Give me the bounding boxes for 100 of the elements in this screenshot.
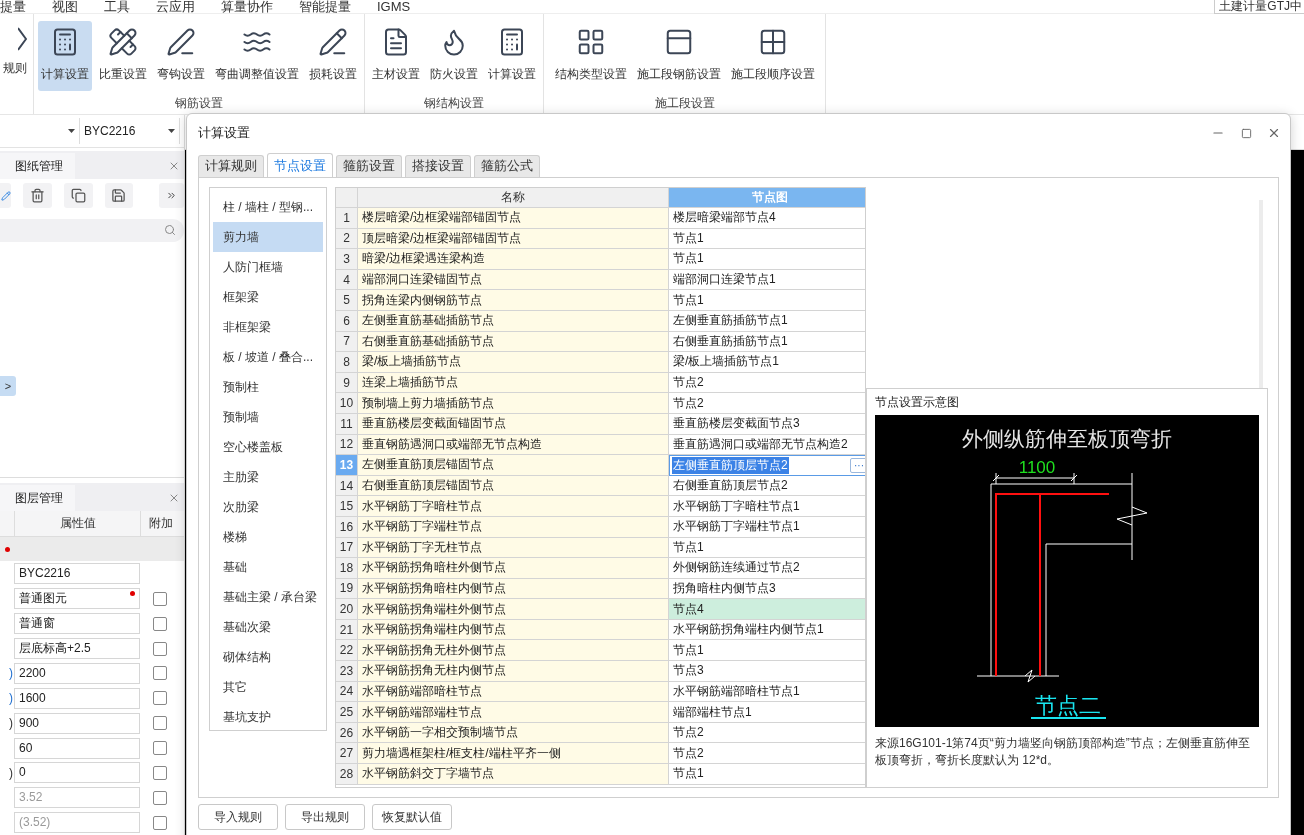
- category-item[interactable]: 基坑支护: [213, 702, 323, 732]
- ribbon-button[interactable]: 计算设置: [485, 21, 539, 91]
- menu-item[interactable]: 智能提量: [299, 0, 351, 14]
- category-item[interactable]: 基础主梁 / 承台梁: [213, 582, 323, 612]
- more-button[interactable]: ···: [850, 457, 865, 473]
- category-item[interactable]: 楼梯: [213, 522, 323, 552]
- table-cell[interactable]: 外侧钢筋连续通过节点2: [669, 558, 865, 579]
- tab[interactable]: 节点设置: [267, 153, 333, 178]
- category-item[interactable]: 框架梁: [213, 282, 323, 312]
- checkbox[interactable]: [153, 765, 167, 780]
- tool-button[interactable]: [104, 183, 134, 209]
- category-item[interactable]: 板 / 坡道 / 叠合...: [213, 342, 323, 372]
- checkbox[interactable]: [153, 741, 167, 756]
- row-number[interactable]: 9: [336, 372, 358, 394]
- property-field[interactable]: 层底标高+2.5: [14, 638, 140, 660]
- category-item[interactable]: 柱 / 墙柱 / 型钢...: [213, 192, 323, 222]
- footer-button[interactable]: 导出规则: [285, 804, 365, 830]
- row-number[interactable]: 10: [336, 393, 358, 414]
- row-number[interactable]: 15: [336, 496, 358, 517]
- row-number[interactable]: 27: [336, 743, 358, 765]
- row-number[interactable]: 4: [336, 269, 358, 291]
- column-header[interactable]: 名称: [358, 188, 669, 208]
- row-number[interactable]: 11: [336, 413, 358, 435]
- ribbon-button[interactable]: 比重设置: [96, 21, 150, 91]
- rules-button[interactable]: 规则: [0, 21, 33, 91]
- row-number[interactable]: 2: [336, 228, 358, 250]
- footer-button[interactable]: 导入规则: [198, 804, 278, 830]
- table-cell[interactable]: 节点3: [669, 661, 865, 682]
- row-number[interactable]: 6: [336, 310, 358, 332]
- row-number[interactable]: 28: [336, 764, 358, 785]
- ribbon-button[interactable]: 主材设置: [369, 21, 423, 91]
- ribbon-button[interactable]: 施工段钢筋设置: [633, 21, 724, 91]
- property-field[interactable]: 1600: [14, 687, 140, 709]
- row-number[interactable]: 16: [336, 516, 358, 538]
- table-cell[interactable]: 水平钢筋丁字端柱节点1: [669, 516, 865, 538]
- checkbox[interactable]: [153, 616, 167, 631]
- table-cell[interactable]: 节点4: [669, 599, 865, 620]
- category-item[interactable]: 预制柱: [213, 372, 323, 402]
- property-field[interactable]: 60: [14, 737, 140, 759]
- menu-item[interactable]: 提量: [0, 0, 26, 14]
- ribbon-button[interactable]: 计算设置: [38, 21, 92, 91]
- expand-button[interactable]: >: [0, 376, 16, 397]
- row-number[interactable]: 24: [336, 681, 358, 703]
- row-number[interactable]: 12: [336, 434, 358, 456]
- row-number[interactable]: 20: [336, 599, 358, 620]
- property-field[interactable]: 2200: [14, 662, 140, 684]
- category-item[interactable]: 其它: [213, 672, 323, 702]
- table-cell[interactable]: 水平钢筋丁字暗柱节点1: [669, 496, 865, 517]
- menu-item[interactable]: 云应用: [156, 0, 195, 14]
- category-item[interactable]: 基础次梁: [213, 612, 323, 642]
- category-item[interactable]: 剪力墙: [213, 222, 323, 252]
- ribbon-button[interactable]: 结构类型设置: [551, 21, 630, 91]
- table-cell[interactable]: 拐角暗柱内侧节点3: [669, 578, 865, 600]
- row-number[interactable]: 17: [336, 537, 358, 559]
- table-cell[interactable]: 楼层暗梁端部节点4: [669, 208, 865, 229]
- category-item[interactable]: 主肋梁: [213, 462, 323, 492]
- table-cell[interactable]: 端部洞口连梁节点1: [669, 269, 865, 291]
- tab[interactable]: 箍筋设置: [336, 155, 402, 177]
- ribbon-button[interactable]: 弯曲调整值设置: [212, 21, 302, 91]
- tool-button[interactable]: [64, 183, 93, 209]
- checkbox[interactable]: [153, 591, 167, 606]
- property-field[interactable]: 0: [14, 762, 140, 784]
- row-number[interactable]: 26: [336, 722, 358, 744]
- category-item[interactable]: 预制墙: [213, 402, 323, 432]
- table-cell[interactable]: 垂直筋楼层变截面节点3: [669, 413, 865, 435]
- panel-tab[interactable]: 图层管理: [0, 484, 75, 511]
- row-number[interactable]: 8: [336, 352, 358, 373]
- category-item[interactable]: 人防门框墙: [213, 252, 323, 282]
- table-cell[interactable]: 节点1: [669, 249, 865, 270]
- checkbox[interactable]: [153, 815, 167, 830]
- row-number[interactable]: 7: [336, 331, 358, 353]
- menu-item[interactable]: 视图: [52, 0, 78, 14]
- checkbox[interactable]: [153, 666, 167, 681]
- tool-button[interactable]: [23, 183, 53, 209]
- checkbox[interactable]: [153, 716, 167, 731]
- category-item[interactable]: 非框架梁: [213, 312, 323, 342]
- ribbon-button[interactable]: 弯钩设置: [154, 21, 208, 91]
- table-cell[interactable]: 节点1: [669, 764, 865, 785]
- row-number[interactable]: 22: [336, 640, 358, 662]
- row-number[interactable]: 19: [336, 578, 358, 600]
- menu-item[interactable]: 工具: [104, 0, 130, 14]
- product-tab[interactable]: 土建计量GTJ中: [1214, 0, 1304, 14]
- row-number[interactable]: 1: [336, 208, 358, 229]
- tab[interactable]: 箍筋公式: [474, 155, 540, 177]
- category-item[interactable]: 空心楼盖板: [213, 432, 323, 462]
- footer-button[interactable]: 恢复默认值: [372, 804, 452, 830]
- dropdown[interactable]: BYC2216: [80, 117, 180, 144]
- ribbon-button[interactable]: 防火设置: [427, 21, 481, 91]
- row-number[interactable]: 3: [336, 249, 358, 270]
- tab[interactable]: 计算规则: [198, 155, 264, 177]
- property-field[interactable]: BYC2216: [14, 563, 140, 585]
- row-number[interactable]: 14: [336, 475, 358, 497]
- row-number[interactable]: 18: [336, 558, 358, 579]
- ribbon-button[interactable]: 损耗设置: [306, 21, 360, 91]
- ribbon-button[interactable]: 施工段顺序设置: [727, 21, 818, 91]
- checkbox[interactable]: [153, 790, 167, 805]
- category-item[interactable]: 砌体结构: [213, 642, 323, 672]
- row-number[interactable]: 23: [336, 661, 358, 682]
- table-cell[interactable]: 水平钢筋端部暗柱节点1: [669, 681, 865, 703]
- menu-item[interactable]: 算量协作: [221, 0, 273, 14]
